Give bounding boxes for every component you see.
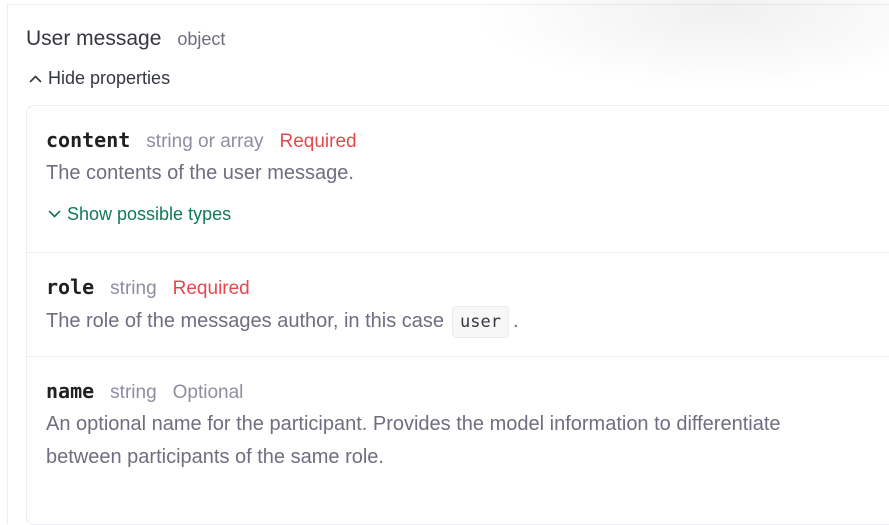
inline-code: user [452,305,509,338]
description-suffix: . [512,310,519,332]
parameter-type: object [177,29,226,49]
parameter-header: User message object [26,27,225,51]
parameter-title: User message [26,27,162,50]
property-type: string [110,278,157,299]
property-description: The role of the messages author, in this… [46,305,519,338]
required-badge: Required [172,278,250,299]
property-description-line-1: An optional name for the participant. Pr… [46,413,781,435]
property-content-header: content string or array Required [46,128,357,153]
chevron-down-icon [48,210,61,218]
property-type: string or array [146,131,264,152]
chevron-up-icon [29,75,42,83]
property-name: role [46,275,95,299]
property-name: content [46,128,131,152]
divider [26,252,889,253]
show-possible-types-label: Show possible types [67,204,232,224]
divider [26,356,889,357]
property-name: name [46,379,95,403]
show-possible-types-toggle[interactable]: Show possible types [48,204,231,225]
required-badge: Required [279,131,357,152]
property-description: The contents of the user message. [46,162,354,184]
property-role-header: role string Required [46,275,250,300]
property-name-header: name string Optional [46,379,243,404]
description-text: The role of the messages author, in this… [46,310,444,332]
optional-badge: Optional [172,382,244,403]
hide-properties-label: Hide properties [48,68,171,88]
hide-properties-toggle[interactable]: Hide properties [29,68,170,89]
property-type: string [110,382,157,403]
property-description-line-2: between participants of the same role. [46,446,384,468]
